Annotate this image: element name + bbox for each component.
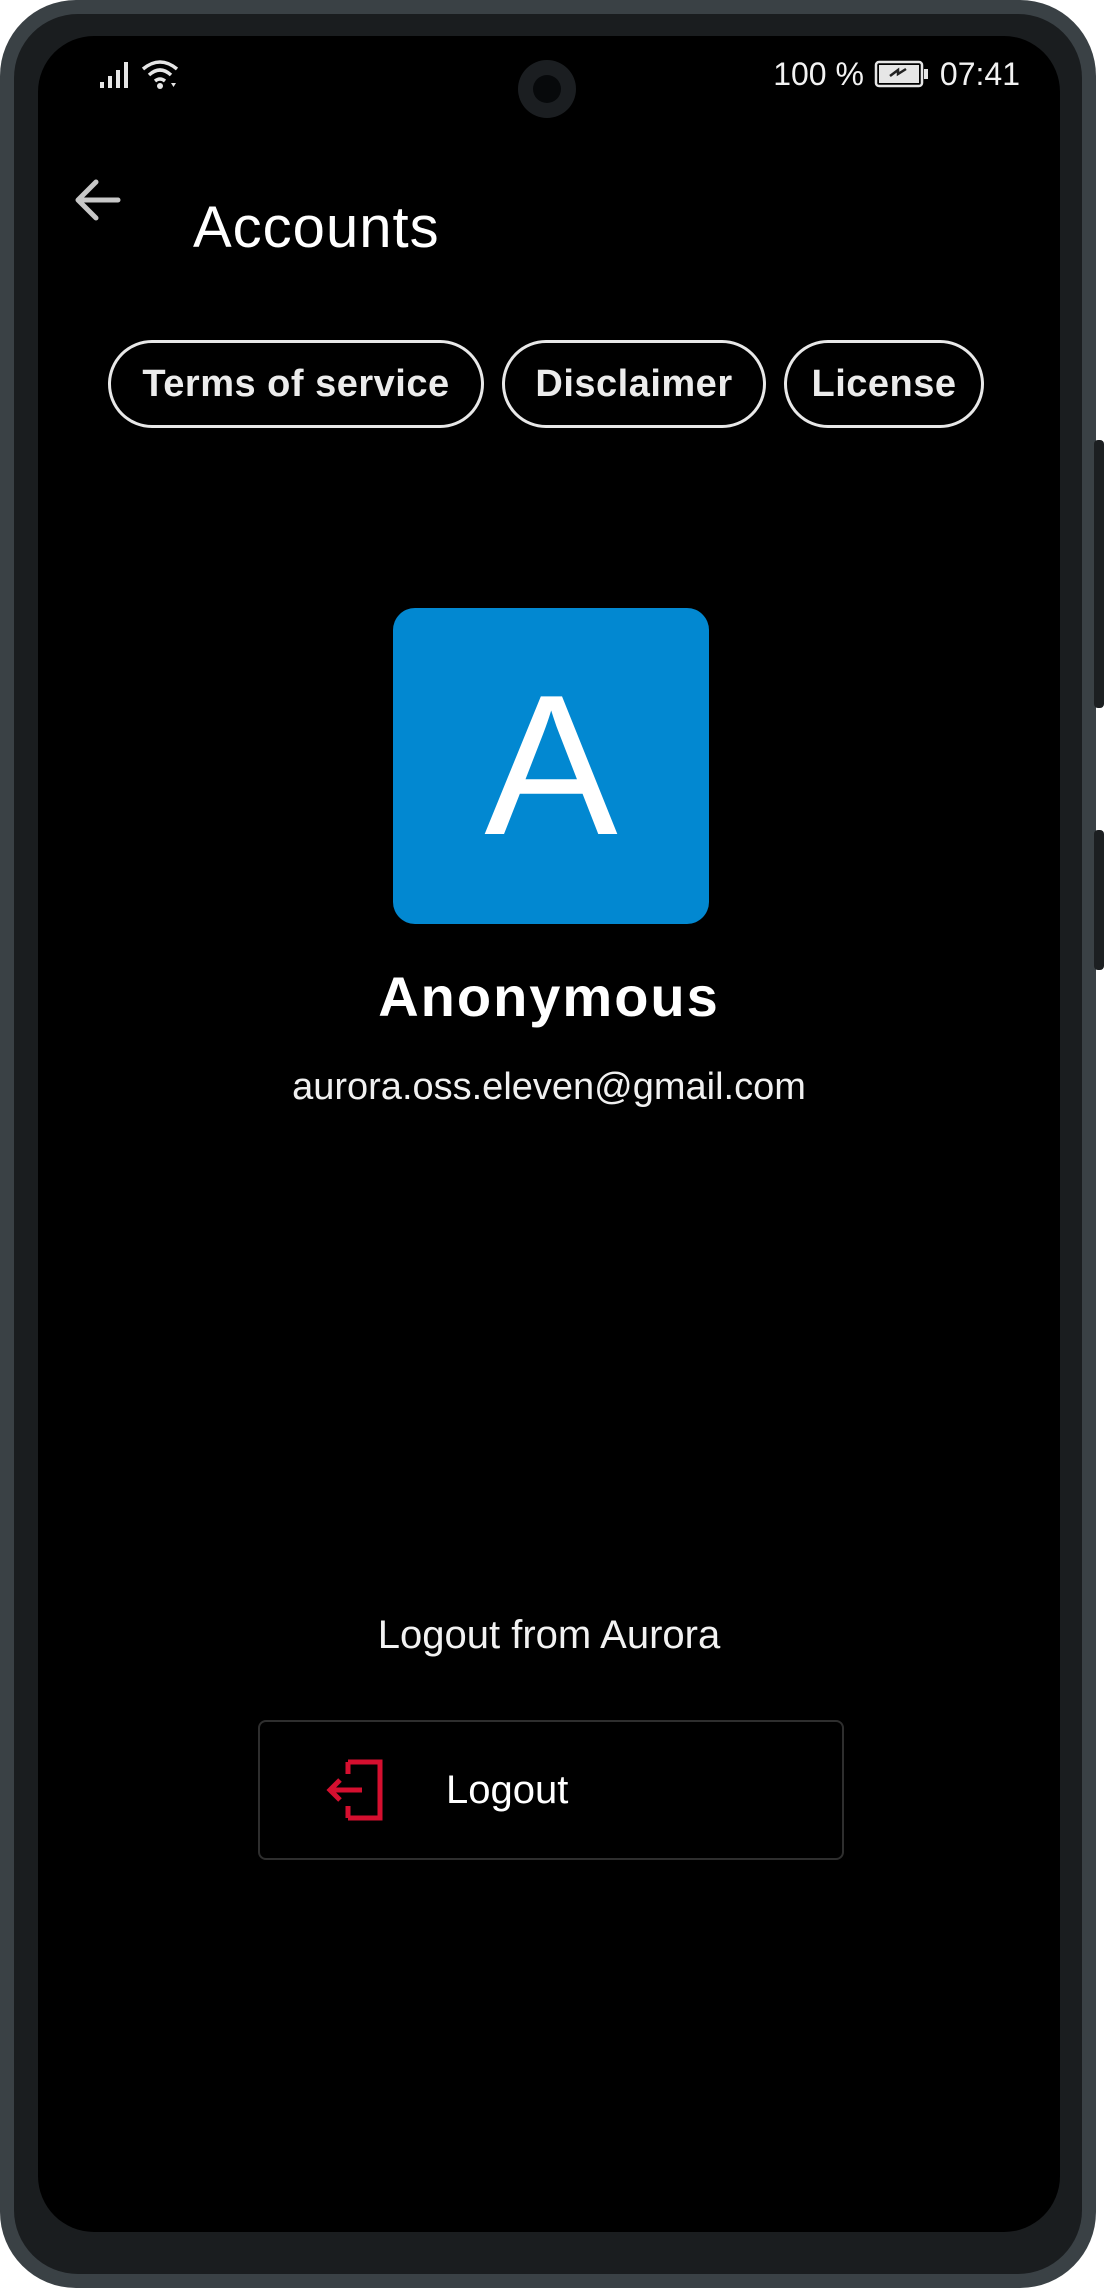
signal-icon [98, 60, 134, 95]
info-chips: Terms of service Disclaimer License [108, 340, 1008, 434]
battery-icon [874, 60, 930, 88]
screen: 100 % 07:41 Accounts Terms of service Di… [38, 36, 1060, 2232]
front-camera [518, 60, 576, 118]
account-email: aurora.oss.eleven@gmail.com [292, 1066, 806, 1108]
status-right: 100 % 07:41 [773, 56, 1020, 92]
volume-button [1094, 830, 1104, 970]
wifi-icon [140, 58, 180, 95]
logout-icon [326, 1758, 386, 1827]
license-chip[interactable]: License [784, 340, 984, 428]
disclaimer-chip[interactable]: Disclaimer [502, 340, 766, 428]
terms-of-service-chip[interactable]: Terms of service [108, 340, 484, 428]
logout-section-label: Logout from Aurora [377, 1613, 721, 1657]
clock: 07:41 [939, 55, 1020, 92]
page-title: Accounts [193, 195, 440, 260]
battery-percent: 100 % [773, 55, 864, 92]
avatar: A [393, 608, 709, 924]
back-arrow-icon [72, 176, 124, 229]
power-button [1094, 440, 1104, 708]
back-button[interactable] [58, 162, 138, 242]
logout-button[interactable]: Logout [258, 1720, 844, 1860]
account-name: Anonymous [378, 965, 720, 1028]
logout-button-label: Logout [446, 1768, 569, 1812]
